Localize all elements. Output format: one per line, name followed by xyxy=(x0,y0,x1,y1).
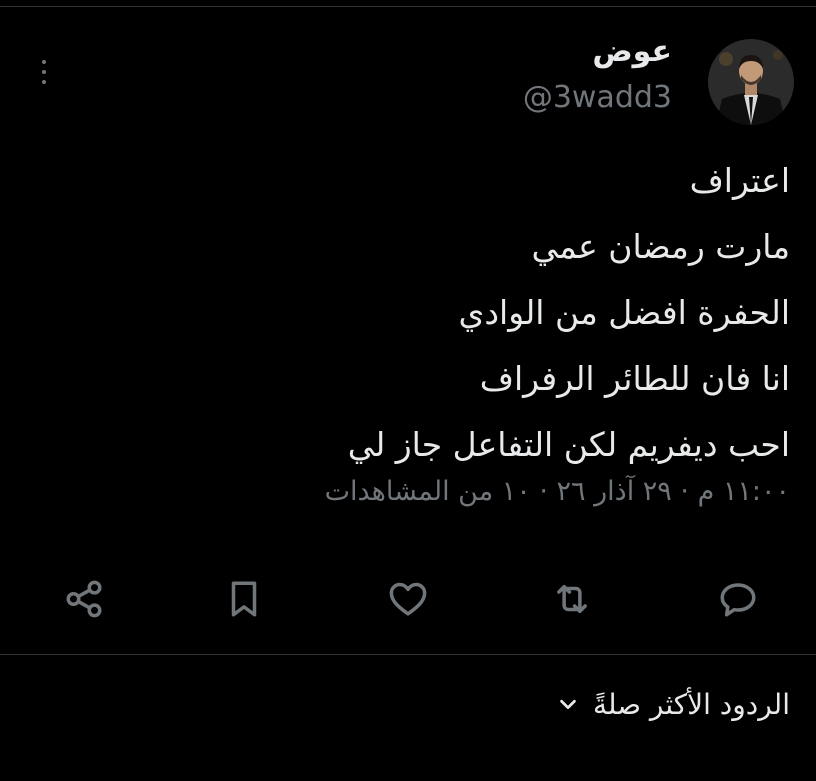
tweet-line: الحفرة افضل من الوادي xyxy=(458,293,791,332)
tweet-line: مارت رمضان عمي xyxy=(531,227,790,266)
meta-separator: · xyxy=(530,476,548,507)
tweet-actions xyxy=(60,575,770,625)
share-button[interactable] xyxy=(60,575,108,623)
avatar[interactable] xyxy=(708,39,794,125)
replies-sort-label: الردود الأكثر صلةً xyxy=(592,687,790,721)
tweet-meta: ١١:٠٠ م · ٢٩ آذار ٢٦ · ١٠ من المشاهدات xyxy=(325,470,790,514)
tweet-line: اعتراف xyxy=(689,161,790,200)
author-handle[interactable]: @3wadd3 xyxy=(523,78,672,118)
tweet-views[interactable]: ١٠ من المشاهدات xyxy=(325,476,531,507)
tweet-text: اعتراف مارت رمضان عمي الحفرة افضل من الو… xyxy=(30,148,790,478)
tweet-time[interactable]: ١١:٠٠ م xyxy=(698,476,790,507)
tweet-line: انا فان للطائر الرفراف xyxy=(479,359,790,398)
share-icon xyxy=(66,580,102,618)
reply-button[interactable] xyxy=(714,575,762,623)
like-button[interactable] xyxy=(384,575,432,623)
tweet-line: احب ديفريم لكن التفاعل جاز لي xyxy=(347,425,790,464)
bookmark-icon xyxy=(231,581,257,617)
chevron-down-icon xyxy=(557,693,579,715)
section-divider xyxy=(0,654,816,655)
more-dot-icon xyxy=(42,80,46,84)
author-display-name[interactable]: عوض xyxy=(523,30,672,74)
like-icon xyxy=(389,582,427,616)
tweet-date[interactable]: ٢٩ آذار ٢٦ xyxy=(557,476,672,507)
replies-sort-dropdown[interactable]: الردود الأكثر صلةً xyxy=(557,682,790,726)
reply-icon xyxy=(720,583,756,617)
avatar-photo xyxy=(708,39,794,125)
more-dot-icon xyxy=(42,60,46,64)
retweet-button[interactable] xyxy=(548,575,596,623)
retweet-icon xyxy=(557,585,587,613)
top-divider xyxy=(0,6,816,7)
meta-separator: · xyxy=(671,476,689,507)
bookmark-button[interactable] xyxy=(220,575,268,623)
more-options-button[interactable] xyxy=(32,54,56,90)
more-dot-icon xyxy=(42,70,46,74)
